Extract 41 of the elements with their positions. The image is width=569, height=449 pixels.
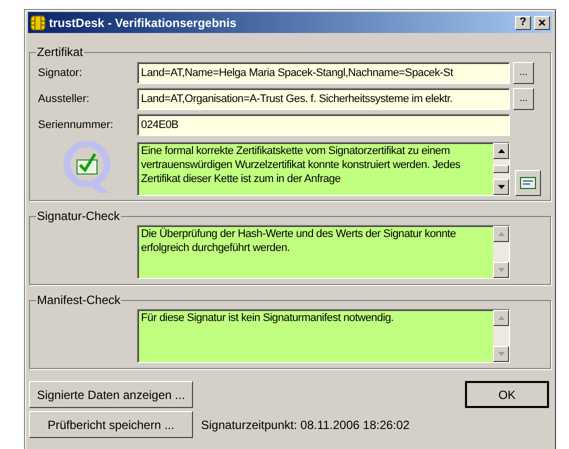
save-report-button[interactable]: Prüfbericht speichern ... [29, 411, 193, 438]
up-arrow-icon [498, 316, 504, 320]
signature-timestamp: Signaturzeitpunkt: 08.11.2006 18:26:02 [201, 416, 410, 434]
certificate-check-icon [62, 140, 114, 196]
scroll-down-button[interactable] [493, 262, 509, 278]
scroll-down-button[interactable] [493, 346, 509, 362]
scrollbar[interactable] [493, 226, 509, 278]
scroll-down-button[interactable] [493, 179, 509, 195]
details-button[interactable]: ... [513, 88, 534, 110]
scroll-up-button[interactable] [493, 310, 509, 326]
scroll-up-button[interactable] [493, 143, 509, 159]
group-title: Zertifikat [36, 44, 84, 61]
certificate-view-button[interactable] [515, 170, 541, 196]
message-text: Eine formal korrekte Zertifikatskette vom Signatorzertifikat zu einem vertrauenswürdigen Wurzelzertifikat konnte konstruiert werden. Jedes Zertifikat dieser Kette ist zum in der Anfrage [140, 144, 462, 187]
scroll-up-button[interactable] [493, 226, 509, 242]
help-button[interactable]: ? [515, 16, 531, 30]
scrollbar[interactable] [493, 143, 509, 195]
text-field[interactable]: 024E0B [137, 114, 510, 136]
up-arrow-icon [498, 232, 504, 236]
details-button[interactable]: ... [513, 62, 534, 84]
down-arrow-icon [498, 352, 504, 356]
field-label: Aussteller: [38, 92, 90, 107]
group-title: Signatur-Check [36, 208, 121, 225]
field-label: Seriennummer: [38, 118, 114, 133]
chip-card-icon [30, 14, 46, 30]
text-field[interactable]: Land=AT,Organisation=A-Trust Ges. f. Sicherheitssysteme im elektr. [137, 88, 510, 110]
message-text: Für diese Signatur ist kein Signaturmanifest notwendig. [140, 311, 395, 326]
close-button[interactable]: × [534, 16, 550, 30]
certificate-icon [520, 177, 536, 189]
field-label: Signator: [38, 66, 84, 81]
text-field[interactable]: Land=AT,Name=Helga Maria Spacek-Stangl,Nachname=Spacek-St [137, 62, 510, 84]
up-arrow-icon [498, 149, 504, 153]
message-text: Die Überprüfung der Hash-Werte und des Werts der Signatur konnte erfolgreich durchgeführt werden. [140, 226, 457, 256]
scrollbar[interactable] [493, 310, 509, 362]
down-arrow-icon [498, 185, 504, 189]
group-title: Manifest-Check [36, 292, 122, 309]
scroll-thumb[interactable] [493, 165, 509, 173]
ok-button[interactable]: OK [465, 381, 549, 408]
down-arrow-icon [498, 268, 504, 272]
show-signed-data-button[interactable]: Signierte Daten anzeigen ... [29, 381, 193, 408]
window-title: trustDesk - Verifikationsergebnis [49, 14, 238, 32]
